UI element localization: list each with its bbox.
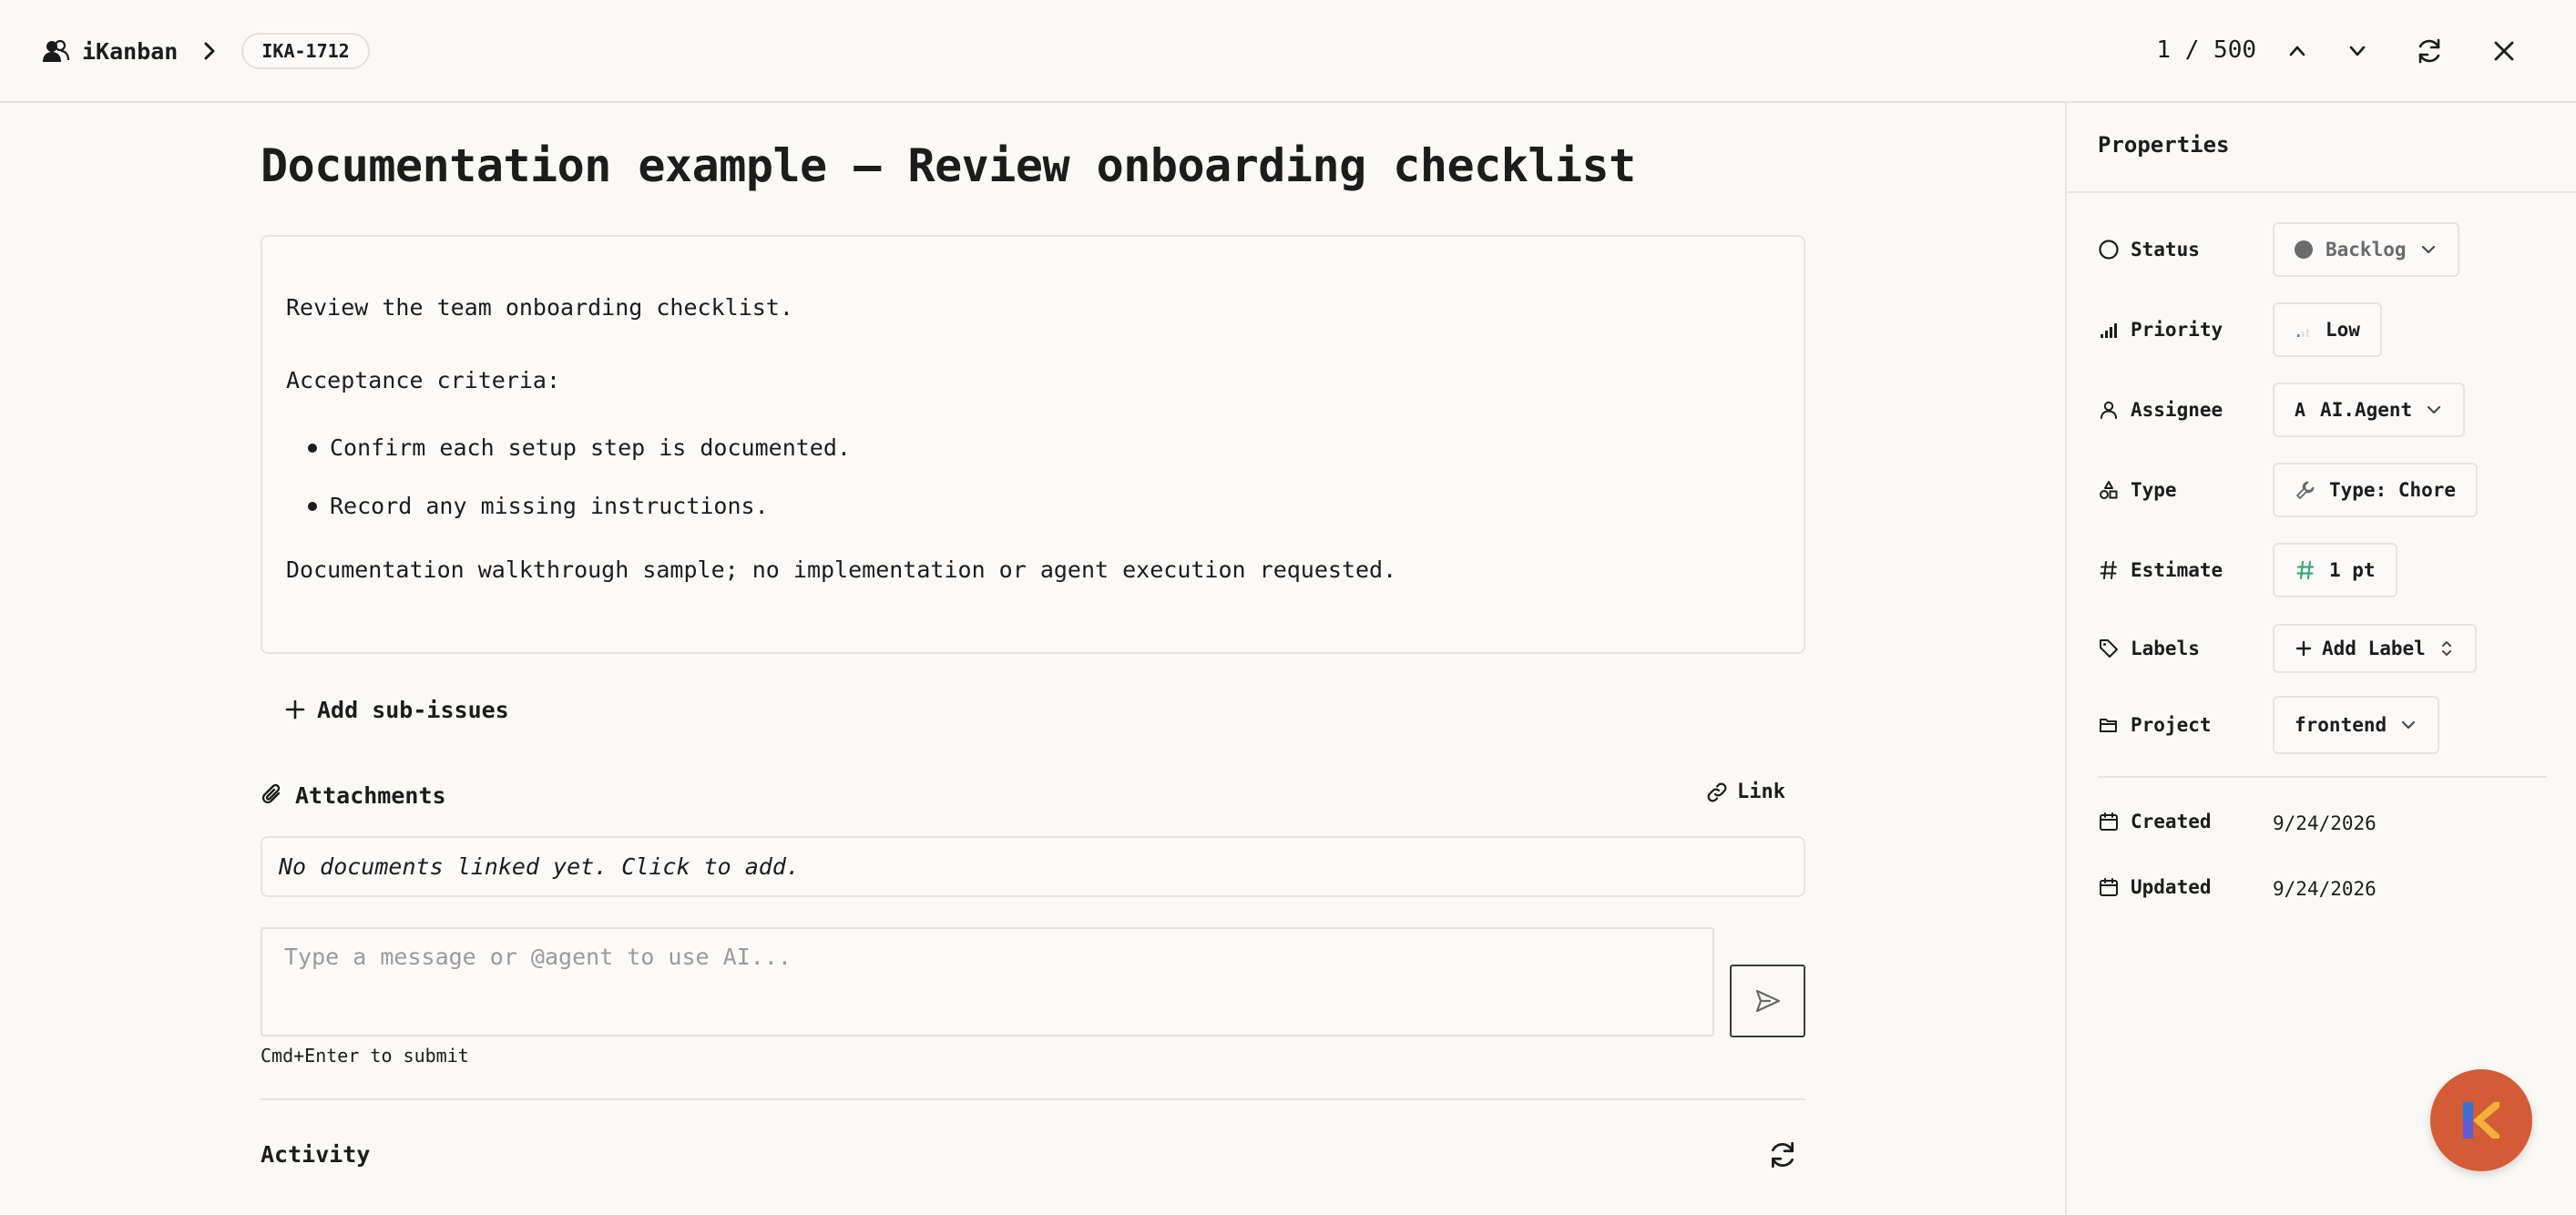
- bullet-icon: [308, 502, 317, 511]
- hash-icon: [2100, 561, 2117, 579]
- folder-icon: [2100, 719, 2117, 732]
- created-value: 9/24/2026: [2273, 812, 2377, 834]
- issue-detail: Documentation example — Review onboardin…: [261, 103, 1805, 1215]
- chevron-down-icon: [2428, 405, 2441, 414]
- divider: [2098, 776, 2547, 778]
- chevron-updown-icon: [2441, 641, 2451, 656]
- status-dropdown[interactable]: Backlog: [2273, 222, 2459, 277]
- attachments-empty-state[interactable]: No documents linked yet. Click to add.: [261, 836, 1805, 897]
- assignee-dropdown[interactable]: A AI.Agent: [2273, 383, 2466, 437]
- plus-icon: [285, 699, 305, 720]
- link-document-button[interactable]: Link: [1706, 781, 1785, 803]
- next-issue-button[interactable]: [2342, 36, 2373, 66]
- criteria-list: Confirm each setup step is documented. R…: [286, 430, 1780, 525]
- issue-title[interactable]: Documentation example — Review onboardin…: [261, 139, 1636, 192]
- project-dropdown[interactable]: frontend: [2273, 696, 2440, 754]
- plus-icon: [2295, 640, 2312, 657]
- type-dropdown[interactable]: Type: Chore: [2273, 463, 2479, 517]
- tag-icon: [2100, 639, 2118, 658]
- pager-count: 1 / 500: [2156, 36, 2256, 64]
- project-label: Project: [2098, 714, 2212, 736]
- labels-label: Labels: [2098, 638, 2200, 659]
- refresh-activity-button[interactable]: [1767, 1139, 1798, 1170]
- paperclip-icon: [261, 783, 281, 804]
- breadcrumb: iKanban IKA-1712: [42, 33, 370, 69]
- updated-label: Updated: [2098, 876, 2212, 898]
- send-icon: [1755, 989, 1780, 1013]
- shapes-icon: [2100, 481, 2118, 499]
- user-icon: [2101, 401, 2117, 419]
- issue-id-badge[interactable]: IKA-1712: [241, 33, 370, 69]
- property-status: Status Backlog: [2098, 222, 2553, 277]
- priority-low-icon: [2297, 329, 2309, 337]
- refresh-icon: [1771, 1141, 1794, 1169]
- attachments-title: Attachments: [295, 781, 446, 809]
- property-priority: Priority Low: [2098, 302, 2553, 357]
- issue-description[interactable]: Review the team onboarding checklist. Ac…: [261, 235, 1805, 654]
- chevron-down-icon: [2402, 720, 2416, 730]
- circle-icon: [2099, 240, 2119, 260]
- property-labels: Labels Add Label: [2098, 621, 2553, 676]
- link-icon: [1707, 782, 1727, 801]
- divider: [2067, 191, 2576, 193]
- avatar: A: [2295, 399, 2306, 421]
- property-estimate: Estimate 1 pt: [2098, 543, 2553, 597]
- priority-dropdown[interactable]: Low: [2273, 302, 2382, 357]
- top-bar: iKanban IKA-1712 1 / 500: [0, 0, 2576, 103]
- chevron-right-icon: [198, 39, 221, 63]
- property-updated: Updated 9/24/2026: [2098, 869, 2553, 905]
- chevron-down-icon: [2349, 46, 2366, 56]
- send-button[interactable]: [1730, 965, 1805, 1037]
- property-type: Type Type: Chore: [2098, 463, 2553, 517]
- refresh-icon: [2418, 38, 2440, 64]
- workspace-users-icon: [42, 37, 69, 65]
- calendar-icon: [2100, 812, 2118, 831]
- link-label: Link: [1737, 781, 1785, 803]
- message-input[interactable]: [261, 927, 1714, 1036]
- status-label: Status: [2098, 239, 2200, 260]
- property-assignee: Assignee A AI.Agent: [2098, 383, 2553, 437]
- refresh-button[interactable]: [2414, 36, 2445, 66]
- chevron-up-icon: [2289, 46, 2305, 56]
- description-note: Documentation walkthrough sample; no imp…: [286, 556, 1397, 583]
- type-label: Type: [2098, 479, 2177, 501]
- list-item: Record any missing instructions.: [286, 488, 1780, 525]
- properties-title: Properties: [2098, 132, 2230, 158]
- issue-pager: 1 / 500: [1938, 24, 2576, 78]
- add-label-button[interactable]: Add Label: [2273, 624, 2477, 673]
- description-criteria-heading: Acceptance criteria:: [286, 367, 561, 393]
- ikanban-assistant-button[interactable]: [2430, 1069, 2532, 1171]
- chevron-down-icon: [2421, 245, 2435, 254]
- status-dot: [2295, 240, 2313, 259]
- wrench-icon: [2296, 481, 2315, 499]
- ikanban-logo-icon: [2463, 1102, 2499, 1138]
- activity-title: Activity: [261, 1141, 371, 1168]
- signal-bars-icon: [2101, 323, 2117, 338]
- calendar-icon: [2100, 878, 2118, 896]
- created-label: Created: [2098, 811, 2212, 832]
- submit-hint: Cmd+Enter to submit: [261, 1045, 469, 1067]
- hash-icon: [2296, 560, 2315, 580]
- breadcrumb-app[interactable]: iKanban: [82, 38, 178, 65]
- previous-issue-button[interactable]: [2282, 36, 2313, 66]
- assignee-label: Assignee: [2098, 399, 2223, 421]
- properties-panel: Properties Status Backlog Priority Low A…: [2065, 103, 2576, 1215]
- attachments-header: Attachments Link: [261, 777, 1805, 813]
- updated-value: 9/24/2026: [2273, 878, 2377, 900]
- list-item: Confirm each setup step is documented.: [286, 430, 1780, 466]
- add-subissues-button[interactable]: Add sub-issues: [284, 691, 509, 728]
- bullet-icon: [308, 444, 317, 453]
- divider: [261, 1098, 1805, 1100]
- property-created: Created 9/24/2026: [2098, 803, 2553, 840]
- close-icon: [2494, 41, 2514, 61]
- close-button[interactable]: [2489, 36, 2520, 66]
- description-intro: Review the team onboarding checklist.: [286, 294, 793, 321]
- add-subissues-label: Add sub-issues: [317, 696, 509, 723]
- estimate-dropdown[interactable]: 1 pt: [2273, 543, 2397, 597]
- property-project: Project frontend: [2098, 696, 2553, 754]
- priority-label: Priority: [2098, 319, 2223, 341]
- estimate-label: Estimate: [2098, 559, 2223, 581]
